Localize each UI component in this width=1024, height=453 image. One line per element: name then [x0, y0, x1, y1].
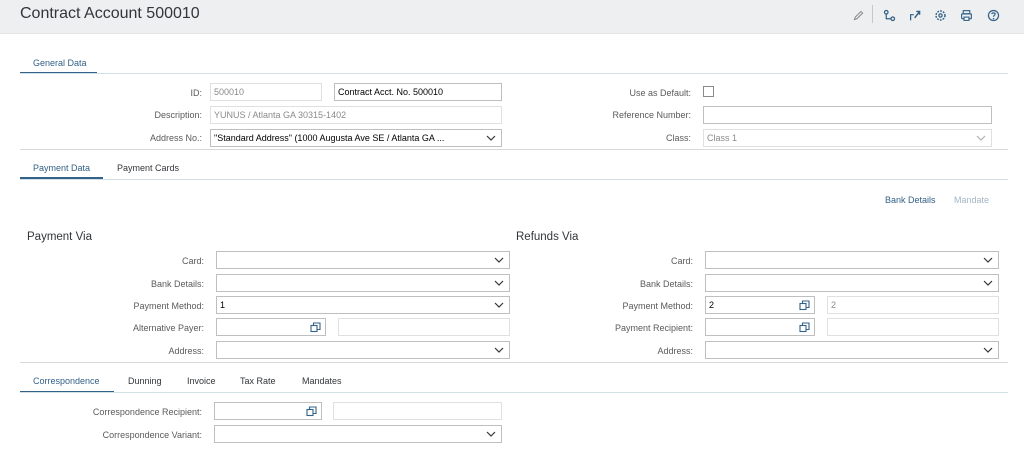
- refund-bank-details-select[interactable]: [705, 274, 999, 292]
- correspondence-variant-select[interactable]: [214, 425, 502, 443]
- help-icon[interactable]: [985, 7, 1001, 23]
- chevron-down-icon: [494, 345, 504, 355]
- alternative-payer-label: Alternative Payer:: [132, 323, 204, 333]
- address-label: Address No.:: [149, 133, 202, 143]
- correspondence-recipient-input[interactable]: [214, 402, 322, 420]
- payment-method-value: 1: [220, 300, 226, 310]
- description-field: YUNUS / Atlanta GA 30315-1402: [210, 106, 502, 124]
- refunds-via-title: Refunds Via: [516, 231, 579, 243]
- payment-address-label: Address:: [168, 346, 204, 356]
- alternative-payer-input[interactable]: [216, 318, 326, 336]
- edit-icon[interactable]: [850, 7, 866, 23]
- header-separator: [872, 5, 873, 23]
- refund-method-input[interactable]: 2: [705, 296, 815, 314]
- correspondence-recipient-label: Correspondence Recipient:: [92, 407, 202, 417]
- class-select: Class 1: [703, 129, 992, 147]
- description-value: YUNUS / Atlanta GA 30315-1402: [214, 110, 347, 120]
- correspondence-recipient-description: [333, 402, 502, 420]
- section-divider: [20, 362, 1008, 363]
- use-default-label: Use as Default:: [629, 88, 691, 98]
- id-value: 500010: [214, 87, 245, 97]
- chevron-down-icon: [486, 133, 496, 143]
- tab-tax-rate[interactable]: Tax Rate: [240, 375, 276, 389]
- payment-bank-details-select[interactable]: [216, 274, 510, 292]
- value-help-icon[interactable]: [799, 322, 810, 333]
- address-value: "Standard Address" (1000 Augusta Ave SE …: [214, 133, 445, 143]
- general-tab-divider: [20, 73, 1008, 74]
- payment-card-label: Card:: [181, 256, 204, 266]
- payment-bank-details-label: Bank Details:: [150, 279, 204, 289]
- refund-method-label: Payment Method:: [622, 301, 693, 311]
- value-help-icon[interactable]: [799, 300, 810, 311]
- tab-invoice[interactable]: Invoice: [187, 375, 216, 389]
- refund-bank-details-label: Bank Details:: [639, 279, 693, 289]
- class-label: Class:: [665, 133, 691, 143]
- account-name-value: Contract Acct. No. 500010: [338, 87, 444, 97]
- alternative-payer-description: [338, 318, 510, 336]
- refund-method-description: 2: [827, 296, 999, 314]
- bank-details-link[interactable]: Bank Details: [885, 195, 936, 205]
- tab-correspondence[interactable]: Correspondence: [33, 375, 100, 389]
- page-title: Contract Account 500010: [20, 5, 200, 22]
- chevron-down-icon: [486, 429, 496, 439]
- payment-recipient-label: Payment Recipient:: [614, 323, 693, 333]
- class-value: Class 1: [707, 133, 738, 143]
- refund-address-select[interactable]: [705, 341, 999, 359]
- reference-number-label: Reference Number:: [612, 110, 691, 120]
- payment-card-select[interactable]: [216, 251, 510, 269]
- share-icon[interactable]: [907, 7, 923, 23]
- chevron-down-icon: [494, 278, 504, 288]
- mandate-link: Mandate: [954, 195, 990, 205]
- chevron-down-icon: [983, 255, 993, 265]
- correspondence-variant-label: Correspondence Variant:: [102, 430, 202, 440]
- value-help-icon[interactable]: [310, 322, 321, 333]
- chevron-down-icon: [494, 300, 504, 310]
- account-name-input[interactable]: Contract Acct. No. 500010: [334, 83, 502, 101]
- payment-recipient-input[interactable]: [705, 318, 815, 336]
- refund-card-select[interactable]: [705, 251, 999, 269]
- id-label: ID:: [190, 88, 202, 98]
- reference-number-input[interactable]: [703, 106, 992, 124]
- tab-dunning[interactable]: Dunning: [128, 375, 162, 389]
- payment-method-select[interactable]: 1: [216, 296, 510, 314]
- correspondence-tab-divider: [20, 392, 1008, 393]
- chevron-down-icon: [983, 278, 993, 288]
- hierarchy-icon[interactable]: [881, 7, 897, 23]
- chevron-down-icon: [976, 133, 986, 143]
- payment-tab-divider: [20, 179, 1008, 180]
- refund-method-desc-value: 2: [831, 300, 837, 310]
- payment-address-select[interactable]: [216, 341, 510, 359]
- value-help-icon[interactable]: [306, 406, 317, 417]
- tab-mandates[interactable]: Mandates: [302, 375, 342, 389]
- payment-recipient-description: [827, 318, 999, 336]
- refund-address-label: Address:: [657, 346, 693, 356]
- address-select[interactable]: "Standard Address" (1000 Augusta Ave SE …: [210, 129, 502, 147]
- payment-via-title: Payment Via: [27, 231, 92, 243]
- section-divider: [20, 149, 1008, 150]
- use-default-checkbox[interactable]: [703, 86, 714, 97]
- tab-payment-data[interactable]: Payment Data: [33, 162, 90, 176]
- refund-card-label: Card:: [670, 256, 693, 266]
- chevron-down-icon: [494, 255, 504, 265]
- chevron-down-icon: [983, 345, 993, 355]
- page-header: Contract Account 500010: [0, 0, 1024, 34]
- id-field: 500010: [210, 83, 322, 101]
- description-label: Description:: [154, 110, 202, 120]
- payment-method-label: Payment Method:: [133, 301, 204, 311]
- print-icon[interactable]: [958, 7, 974, 23]
- tab-payment-cards[interactable]: Payment Cards: [117, 162, 179, 176]
- settings-icon[interactable]: [932, 7, 948, 23]
- tab-general-data[interactable]: General Data: [33, 57, 87, 71]
